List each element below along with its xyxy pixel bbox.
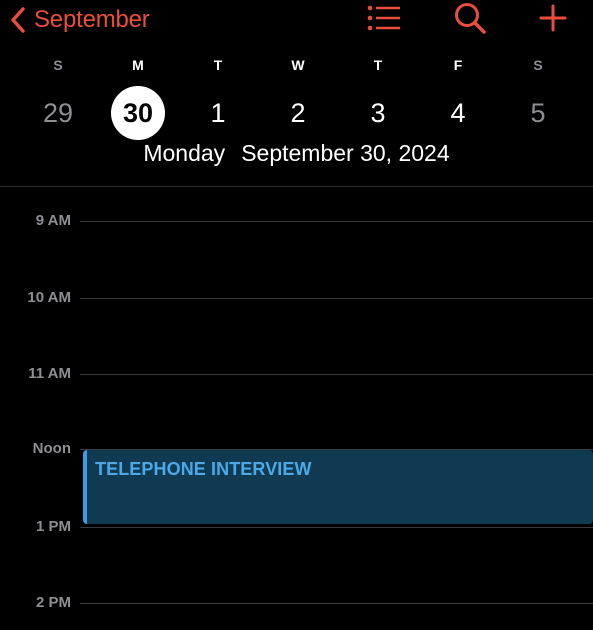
hour-row: 11 AM <box>0 364 593 384</box>
hour-label: 1 PM <box>35 518 71 535</box>
hour-row: 9 AM <box>0 211 593 231</box>
day-column-tuesday: T 1 <box>188 50 248 140</box>
plus-icon <box>538 3 568 38</box>
hour-label: 2 PM <box>35 594 71 611</box>
weekday-letter: T <box>213 57 223 73</box>
hour-row: 2 PM <box>0 593 593 613</box>
weekday-letter: F <box>453 57 463 73</box>
weekday-letter: S <box>53 57 63 73</box>
hour-gridline <box>80 298 593 299</box>
event-block[interactable]: TELEPHONE INTERVIEW <box>83 450 593 524</box>
weekday-letter: S <box>533 57 543 73</box>
search-icon <box>453 1 487 40</box>
weekday-letter: M <box>132 57 144 73</box>
selected-day-number[interactable]: 30 <box>111 86 165 140</box>
weekday-letter: W <box>291 57 305 73</box>
selected-date-title: Monday September 30, 2024 <box>0 140 593 167</box>
day-column-wednesday: W 2 <box>268 50 328 140</box>
selected-weekday: Monday <box>143 140 226 166</box>
search-button[interactable] <box>452 2 488 38</box>
day-number[interactable]: 5 <box>511 86 565 140</box>
hour-label: Noon <box>32 440 71 457</box>
day-column-thursday: T 3 <box>348 50 408 140</box>
day-number[interactable]: 1 <box>191 86 245 140</box>
hour-label: 10 AM <box>27 289 71 306</box>
day-column-friday: F 4 <box>428 50 488 140</box>
list-view-button[interactable] <box>366 2 402 38</box>
day-column-sunday: S 29 <box>28 50 88 140</box>
list-icon <box>366 3 402 38</box>
day-timeline[interactable]: 9 AM 10 AM 11 AM Noon 1 PM 2 PM TELEPHON… <box>0 187 593 630</box>
hour-gridline <box>80 603 593 604</box>
day-number[interactable]: 4 <box>431 86 485 140</box>
day-column-monday: M 30 <box>108 50 168 140</box>
day-number[interactable]: 29 <box>31 86 85 140</box>
chevron-left-icon <box>10 6 26 34</box>
add-event-button[interactable] <box>535 2 571 38</box>
selected-full-date: September 30, 2024 <box>241 140 450 166</box>
day-number[interactable]: 2 <box>271 86 325 140</box>
hour-gridline <box>80 374 593 375</box>
day-number[interactable]: 3 <box>351 86 405 140</box>
event-title: TELEPHONE INTERVIEW <box>95 459 312 479</box>
hour-row: 10 AM <box>0 288 593 308</box>
back-label: September <box>34 6 150 33</box>
hour-gridline <box>80 527 593 528</box>
week-strip: S 29 M 30 T 1 W 2 T 3 F 4 S 5 <box>0 50 593 140</box>
hour-gridline <box>80 221 593 222</box>
weekday-letter: T <box>373 57 383 73</box>
hour-label: 9 AM <box>35 212 71 229</box>
navigation-bar: September <box>0 0 593 40</box>
day-column-saturday: S 5 <box>508 50 568 140</box>
back-button[interactable]: September <box>10 4 150 36</box>
hour-label: 11 AM <box>28 365 71 382</box>
